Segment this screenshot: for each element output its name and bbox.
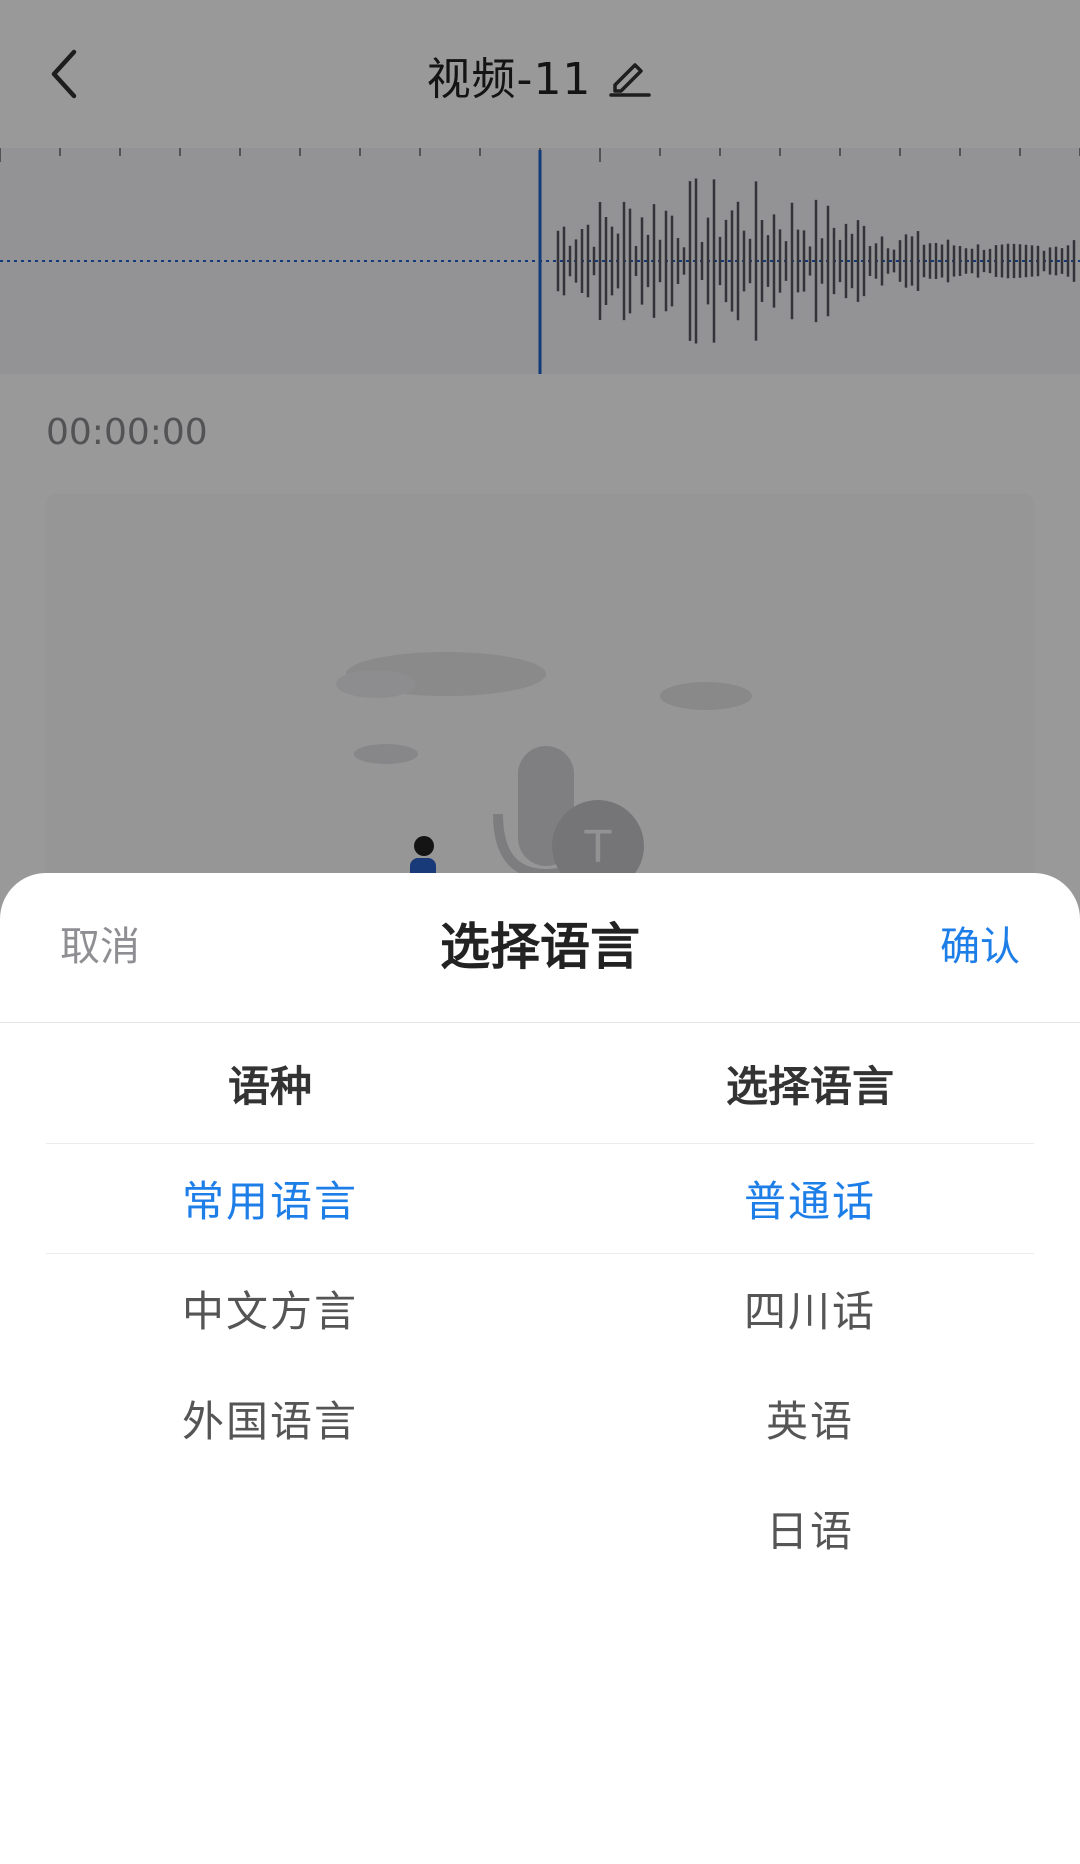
language-type-option[interactable]: 外国语言 [0, 1363, 540, 1473]
language-option[interactable]: 普通话 [540, 1143, 1080, 1253]
language-type-wheel[interactable]: 常用语言 中文方言 外国语言 [0, 1143, 540, 1473]
sheet-title: 选择语言 [440, 918, 640, 976]
language-type-option[interactable]: 中文方言 [0, 1253, 540, 1363]
language-select-header: 选择语言 [725, 1061, 894, 1111]
language-wheel-picker[interactable]: 常用语言 中文方言 外国语言 普通话 四川话 英语 日语 [0, 1143, 1080, 1864]
sheet-header: 取消 选择语言 确认 [0, 873, 1080, 1023]
language-type-header: 语种 [227, 1061, 312, 1111]
language-option[interactable]: 日语 [540, 1473, 1080, 1583]
confirm-button[interactable]: 确认 [940, 919, 1020, 975]
language-type-option[interactable]: 常用语言 [0, 1143, 540, 1253]
language-wheel[interactable]: 普通话 四川话 英语 日语 [540, 1143, 1080, 1583]
language-option[interactable]: 英语 [540, 1363, 1080, 1473]
language-option[interactable]: 四川话 [540, 1253, 1080, 1363]
language-picker-sheet: 取消 选择语言 确认 语种 选择语言 常用语言 中文方言 外国语言 普通话 四川… [0, 873, 1080, 1864]
